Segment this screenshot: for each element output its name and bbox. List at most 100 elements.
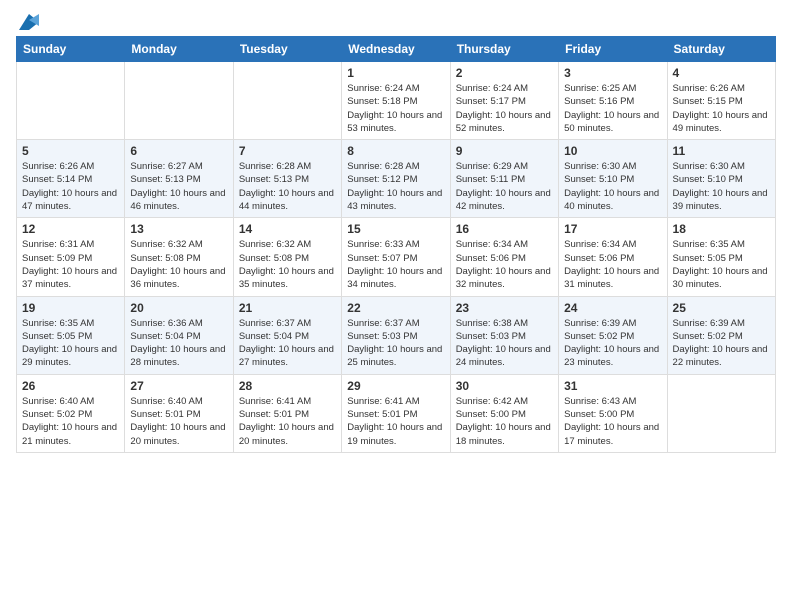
calendar-table: SundayMondayTuesdayWednesdayThursdayFrid… bbox=[16, 36, 776, 453]
day-info: Sunrise: 6:37 AM Sunset: 5:03 PM Dayligh… bbox=[347, 317, 444, 370]
calendar-cell: 30Sunrise: 6:42 AM Sunset: 5:00 PM Dayli… bbox=[450, 374, 558, 452]
day-info: Sunrise: 6:35 AM Sunset: 5:05 PM Dayligh… bbox=[673, 238, 770, 291]
calendar-cell bbox=[125, 62, 233, 140]
day-info: Sunrise: 6:30 AM Sunset: 5:10 PM Dayligh… bbox=[564, 160, 661, 213]
calendar-cell: 11 Sunrise: 6:30 AM Sunset: 5:10 PM Dayli… bbox=[667, 140, 775, 218]
day-number: 1 bbox=[347, 66, 444, 80]
calendar-cell: 21 Sunrise: 6:37 AM Sunset: 5:04 PM Dayli… bbox=[233, 296, 341, 374]
day-info: Sunrise: 6:43 AM Sunset: 5:00 PM Dayligh… bbox=[564, 395, 661, 448]
day-info: Sunrise: 6:37 AM Sunset: 5:04 PM Dayligh… bbox=[239, 317, 336, 370]
calendar-cell bbox=[667, 374, 775, 452]
calendar-cell: 24 Sunrise: 6:39 AM Sunset: 5:02 PM Dayli… bbox=[559, 296, 667, 374]
calendar-cell: 8 Sunrise: 6:28 AM Sunset: 5:12 PM Daylig… bbox=[342, 140, 450, 218]
day-number: 18 bbox=[673, 222, 770, 236]
calendar-cell: 6 Sunrise: 6:27 AM Sunset: 5:13 PM Daylig… bbox=[125, 140, 233, 218]
day-info: Sunrise: 6:28 AM Sunset: 5:12 PM Dayligh… bbox=[347, 160, 444, 213]
day-info: Sunrise: 6:32 AM Sunset: 5:08 PM Dayligh… bbox=[130, 238, 227, 291]
day-number: 6 bbox=[130, 144, 227, 158]
calendar-cell bbox=[17, 62, 125, 140]
day-number: 20 bbox=[130, 301, 227, 315]
calendar-cell: 13 Sunrise: 6:32 AM Sunset: 5:08 PM Dayli… bbox=[125, 218, 233, 296]
day-number: 27 bbox=[130, 379, 227, 393]
calendar-cell: 31 Sunrise: 6:43 AM Sunset: 5:00 PM Dayli… bbox=[559, 374, 667, 452]
calendar-cell: 12Sunrise: 6:31 AM Sunset: 5:09 PM Dayli… bbox=[17, 218, 125, 296]
calendar-cell: 20 Sunrise: 6:36 AM Sunset: 5:04 PM Dayli… bbox=[125, 296, 233, 374]
day-header-saturday: Saturday bbox=[667, 37, 775, 62]
day-number: 8 bbox=[347, 144, 444, 158]
day-number: 13 bbox=[130, 222, 227, 236]
day-info: Sunrise: 6:34 AM Sunset: 5:06 PM Dayligh… bbox=[564, 238, 661, 291]
day-number: 24 bbox=[564, 301, 661, 315]
day-info: Sunrise: 6:41 AM Sunset: 5:01 PM Dayligh… bbox=[239, 395, 336, 448]
calendar-cell: 10 Sunrise: 6:30 AM Sunset: 5:10 PM Dayli… bbox=[559, 140, 667, 218]
calendar-cell: 29 Sunrise: 6:41 AM Sunset: 5:01 PM Dayli… bbox=[342, 374, 450, 452]
day-number: 21 bbox=[239, 301, 336, 315]
calendar-cell: 19 Sunrise: 6:35 AM Sunset: 5:05 PM Dayli… bbox=[17, 296, 125, 374]
calendar-cell: 9 Sunrise: 6:29 AM Sunset: 5:11 PM Daylig… bbox=[450, 140, 558, 218]
day-info: Sunrise: 6:41 AM Sunset: 5:01 PM Dayligh… bbox=[347, 395, 444, 448]
day-number: 2 bbox=[456, 66, 553, 80]
day-info: Sunrise: 6:25 AM Sunset: 5:16 PM Dayligh… bbox=[564, 82, 661, 135]
day-info: Sunrise: 6:40 AM Sunset: 5:01 PM Dayligh… bbox=[130, 395, 227, 448]
day-number: 10 bbox=[564, 144, 661, 158]
calendar-cell: 1 Sunrise: 6:24 AM Sunset: 5:18 PM Daylig… bbox=[342, 62, 450, 140]
day-number: 30 bbox=[456, 379, 553, 393]
day-info: Sunrise: 6:27 AM Sunset: 5:13 PM Dayligh… bbox=[130, 160, 227, 213]
day-info: Sunrise: 6:33 AM Sunset: 5:07 PM Dayligh… bbox=[347, 238, 444, 291]
day-header-monday: Monday bbox=[125, 37, 233, 62]
day-number: 29 bbox=[347, 379, 444, 393]
calendar-week-4: 19 Sunrise: 6:35 AM Sunset: 5:05 PM Dayli… bbox=[17, 296, 776, 374]
day-info: Sunrise: 6:26 AM Sunset: 5:14 PM Dayligh… bbox=[22, 160, 119, 213]
day-number: 17 bbox=[564, 222, 661, 236]
day-info: Sunrise: 6:38 AM Sunset: 5:03 PM Dayligh… bbox=[456, 317, 553, 370]
day-info: Sunrise: 6:39 AM Sunset: 5:02 PM Dayligh… bbox=[673, 317, 770, 370]
day-header-tuesday: Tuesday bbox=[233, 37, 341, 62]
day-number: 28 bbox=[239, 379, 336, 393]
calendar-cell: 28 Sunrise: 6:41 AM Sunset: 5:01 PM Dayli… bbox=[233, 374, 341, 452]
logo bbox=[16, 16, 39, 30]
day-number: 15 bbox=[347, 222, 444, 236]
day-number: 4 bbox=[673, 66, 770, 80]
calendar-cell: 26Sunrise: 6:40 AM Sunset: 5:02 PM Dayli… bbox=[17, 374, 125, 452]
day-info: Sunrise: 6:29 AM Sunset: 5:11 PM Dayligh… bbox=[456, 160, 553, 213]
day-info: Sunrise: 6:24 AM Sunset: 5:17 PM Dayligh… bbox=[456, 82, 553, 135]
day-info: Sunrise: 6:30 AM Sunset: 5:10 PM Dayligh… bbox=[673, 160, 770, 213]
calendar-cell: 23 Sunrise: 6:38 AM Sunset: 5:03 PM Dayli… bbox=[450, 296, 558, 374]
calendar-cell: 16 Sunrise: 6:34 AM Sunset: 5:06 PM Dayli… bbox=[450, 218, 558, 296]
day-info: Sunrise: 6:28 AM Sunset: 5:13 PM Dayligh… bbox=[239, 160, 336, 213]
day-number: 9 bbox=[456, 144, 553, 158]
day-header-thursday: Thursday bbox=[450, 37, 558, 62]
calendar-cell: 14Sunrise: 6:32 AM Sunset: 5:08 PM Dayli… bbox=[233, 218, 341, 296]
day-header-sunday: Sunday bbox=[17, 37, 125, 62]
day-header-wednesday: Wednesday bbox=[342, 37, 450, 62]
day-info: Sunrise: 6:35 AM Sunset: 5:05 PM Dayligh… bbox=[22, 317, 119, 370]
day-number: 23 bbox=[456, 301, 553, 315]
day-info: Sunrise: 6:26 AM Sunset: 5:15 PM Dayligh… bbox=[673, 82, 770, 135]
day-info: Sunrise: 6:40 AM Sunset: 5:02 PM Dayligh… bbox=[22, 395, 119, 448]
page-header bbox=[16, 16, 776, 30]
day-info: Sunrise: 6:39 AM Sunset: 5:02 PM Dayligh… bbox=[564, 317, 661, 370]
calendar-week-1: 1 Sunrise: 6:24 AM Sunset: 5:18 PM Daylig… bbox=[17, 62, 776, 140]
day-number: 19 bbox=[22, 301, 119, 315]
day-info: Sunrise: 6:36 AM Sunset: 5:04 PM Dayligh… bbox=[130, 317, 227, 370]
calendar-cell: 2 Sunrise: 6:24 AM Sunset: 5:17 PM Daylig… bbox=[450, 62, 558, 140]
day-info: Sunrise: 6:24 AM Sunset: 5:18 PM Dayligh… bbox=[347, 82, 444, 135]
day-number: 11 bbox=[673, 144, 770, 158]
calendar-cell: 3 Sunrise: 6:25 AM Sunset: 5:16 PM Daylig… bbox=[559, 62, 667, 140]
calendar-cell: 15 Sunrise: 6:33 AM Sunset: 5:07 PM Dayli… bbox=[342, 218, 450, 296]
calendar-cell: 22 Sunrise: 6:37 AM Sunset: 5:03 PM Dayli… bbox=[342, 296, 450, 374]
calendar-week-5: 26Sunrise: 6:40 AM Sunset: 5:02 PM Dayli… bbox=[17, 374, 776, 452]
calendar-cell: 18 Sunrise: 6:35 AM Sunset: 5:05 PM Dayli… bbox=[667, 218, 775, 296]
day-number: 22 bbox=[347, 301, 444, 315]
calendar-cell: 17 Sunrise: 6:34 AM Sunset: 5:06 PM Dayli… bbox=[559, 218, 667, 296]
day-number: 25 bbox=[673, 301, 770, 315]
day-number: 31 bbox=[564, 379, 661, 393]
day-number: 7 bbox=[239, 144, 336, 158]
logo-icon bbox=[19, 14, 39, 30]
day-info: Sunrise: 6:34 AM Sunset: 5:06 PM Dayligh… bbox=[456, 238, 553, 291]
day-info: Sunrise: 6:31 AM Sunset: 5:09 PM Dayligh… bbox=[22, 238, 119, 291]
calendar-cell: 4 Sunrise: 6:26 AM Sunset: 5:15 PM Daylig… bbox=[667, 62, 775, 140]
day-number: 3 bbox=[564, 66, 661, 80]
day-number: 14 bbox=[239, 222, 336, 236]
day-number: 16 bbox=[456, 222, 553, 236]
